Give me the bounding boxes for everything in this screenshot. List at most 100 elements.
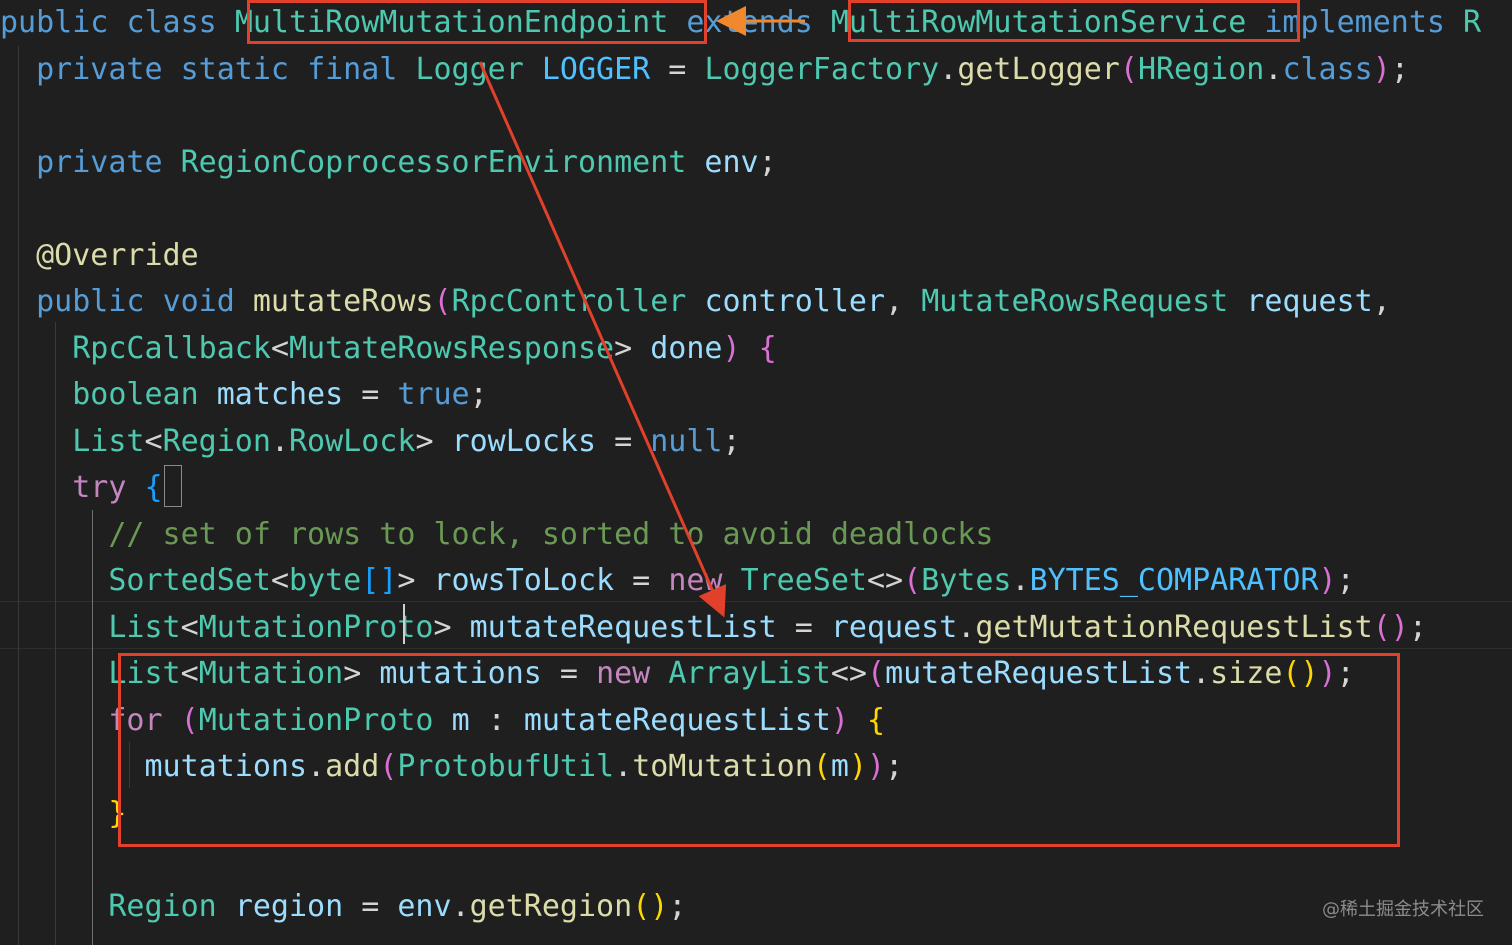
code-line[interactable]: Region region = env.getRegion(); <box>0 884 686 930</box>
code-line[interactable]: boolean matches = true; <box>0 372 488 418</box>
code-line[interactable]: } <box>0 791 126 837</box>
code-token: env <box>397 889 452 924</box>
code-token: = <box>614 563 669 598</box>
code-token: = <box>650 52 705 87</box>
code-token: ; <box>668 889 687 924</box>
code-token: void <box>162 284 235 319</box>
code-token: request <box>1246 284 1373 319</box>
code-token: { <box>144 470 163 505</box>
code-token: true <box>397 377 470 412</box>
code-token: . <box>270 424 289 459</box>
code-token: private <box>36 145 163 180</box>
code-token: R <box>1463 5 1482 40</box>
code-line[interactable]: @Override <box>0 233 199 279</box>
code-token: public <box>36 284 145 319</box>
text-cursor <box>403 604 405 644</box>
code-token: private <box>36 52 163 87</box>
code-token: class <box>126 5 217 40</box>
code-token: ; <box>1390 52 1409 87</box>
code-token: . <box>451 889 470 924</box>
code-token: RowLock <box>289 424 416 459</box>
code-token: ) <box>1372 52 1391 87</box>
code-line[interactable]: private RegionCoprocessorEnvironment env… <box>0 140 777 186</box>
code-token: < <box>180 610 199 645</box>
code-token: . <box>939 52 958 87</box>
code-line[interactable]: private static final Logger LOGGER = Log… <box>0 47 1409 93</box>
code-token: ) <box>1318 563 1337 598</box>
code-token: RpcController <box>451 284 687 319</box>
code-token: rowsToLock <box>433 563 615 598</box>
code-token: BYTES_COMPARATOR <box>1029 563 1319 598</box>
code-token: () <box>1372 610 1409 645</box>
annotation-box-endpoint <box>247 0 707 44</box>
code-token: HRegion <box>1137 52 1265 87</box>
code-token: mutateRows <box>252 284 434 319</box>
code-line[interactable]: List<Region.RowLock> rowLocks = null; <box>0 419 740 465</box>
code-token: , <box>885 284 922 319</box>
code-editor[interactable]: public class MultiRowMutationEndpoint ex… <box>0 0 1512 945</box>
code-token: env <box>704 145 759 180</box>
code-token: public <box>0 5 109 40</box>
code-token: ; <box>469 377 488 412</box>
code-line[interactable]: RpcCallback<MutateRowsResponse> done) { <box>0 326 776 372</box>
code-token: Bytes <box>921 563 1012 598</box>
code-token: boolean <box>72 377 199 412</box>
code-token: Region <box>108 889 217 924</box>
code-line[interactable]: public void mutateRows(RpcController con… <box>0 279 1391 325</box>
code-token: ; <box>1336 563 1355 598</box>
code-token: < <box>144 424 163 459</box>
code-token: ; <box>758 145 777 180</box>
code-line[interactable]: // set of rows to lock, sorted to avoid … <box>0 512 993 558</box>
code-token: ) <box>722 331 741 366</box>
code-line[interactable]: List<MutationProto> mutateRequestList = … <box>0 605 1427 651</box>
code-token: matches <box>216 377 344 412</box>
code-token: > <box>415 424 452 459</box>
code-token: final <box>307 52 398 87</box>
code-token: ( <box>1119 52 1138 87</box>
code-token: = <box>596 424 651 459</box>
code-token: = <box>343 377 398 412</box>
code-token: RegionCoprocessorEnvironment <box>180 145 687 180</box>
code-token: MutationProto <box>198 610 434 645</box>
code-line[interactable]: SortedSet<byte[]> rowsToLock = new TreeS… <box>0 558 1355 604</box>
code-token: > <box>433 610 470 645</box>
code-token: getLogger <box>957 52 1120 87</box>
code-token: getRegion <box>469 889 633 924</box>
code-token: = <box>776 610 831 645</box>
code-token: try <box>72 470 127 505</box>
code-token: > <box>397 563 434 598</box>
code-token: [] <box>361 563 398 598</box>
code-token: LoggerFactory <box>704 52 940 87</box>
code-token: new <box>668 563 723 598</box>
code-token: null <box>650 424 723 459</box>
code-token: rowLocks <box>451 424 597 459</box>
code-line[interactable]: try { <box>0 465 163 511</box>
code-token: Region <box>162 424 271 459</box>
code-token: @Override <box>36 238 199 273</box>
code-token: RpcCallback <box>72 331 271 366</box>
code-token: MutateRowsResponse <box>289 331 615 366</box>
bracket-match-highlight <box>164 465 182 507</box>
annotation-box-service <box>848 0 1300 42</box>
code-token: getMutationRequestList <box>975 610 1373 645</box>
